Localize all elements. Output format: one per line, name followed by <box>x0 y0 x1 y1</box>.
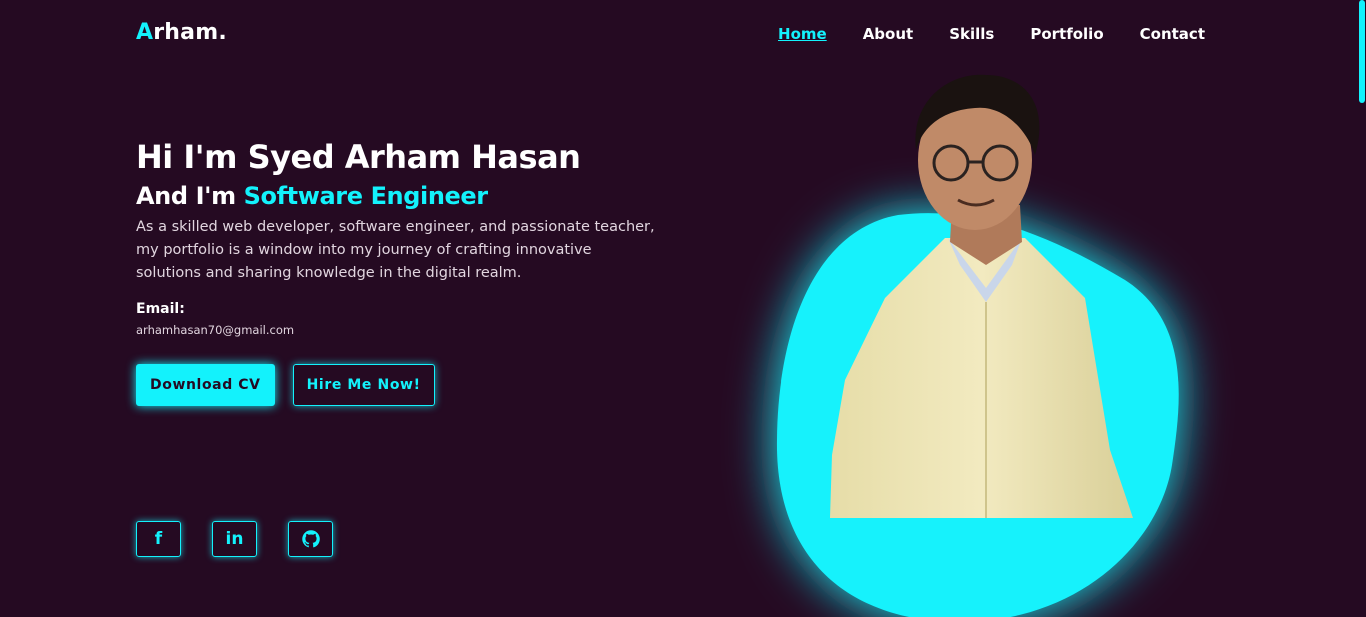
hero-role: And I'm Software Engineer <box>136 182 676 210</box>
role-title: Software Engineer <box>243 182 488 210</box>
facebook-link[interactable]: f <box>136 521 181 557</box>
download-cv-button[interactable]: Download CV <box>136 364 275 406</box>
github-icon <box>301 530 320 548</box>
nav-skills[interactable]: Skills <box>949 25 994 43</box>
hire-me-button[interactable]: Hire Me Now! <box>292 364 435 406</box>
scrollbar-thumb[interactable] <box>1359 0 1365 103</box>
nav-portfolio[interactable]: Portfolio <box>1030 25 1103 43</box>
nav-about[interactable]: About <box>863 25 914 43</box>
linkedin-icon: in <box>225 529 244 549</box>
page-scrollbar[interactable] <box>1358 0 1366 617</box>
linkedin-link[interactable]: in <box>212 521 257 557</box>
email-label: Email: <box>136 301 185 317</box>
main-nav: Home About Skills Portfolio Contact <box>778 25 1205 43</box>
logo[interactable]: Arham. <box>136 20 227 45</box>
facebook-icon: f <box>154 529 163 549</box>
hero-description: As a skilled web developer, software eng… <box>136 219 655 281</box>
nav-home[interactable]: Home <box>778 25 827 43</box>
nav-contact[interactable]: Contact <box>1140 25 1205 43</box>
hero-actions: Download CV Hire Me Now! <box>136 364 435 406</box>
email-value: arhamhasan70@gmail.com <box>136 323 295 337</box>
role-prefix: And I'm <box>136 182 244 210</box>
social-links: f in <box>136 521 333 557</box>
logo-accent-letter: A <box>136 20 154 45</box>
hero-greeting: Hi I'm Syed Arham Hasan <box>136 138 581 176</box>
github-link[interactable] <box>288 521 333 557</box>
hero-section: Hi I'm Syed Arham Hasan And I'm Software… <box>136 138 676 337</box>
logo-text: rham. <box>153 20 227 45</box>
profile-portrait <box>776 74 1179 617</box>
